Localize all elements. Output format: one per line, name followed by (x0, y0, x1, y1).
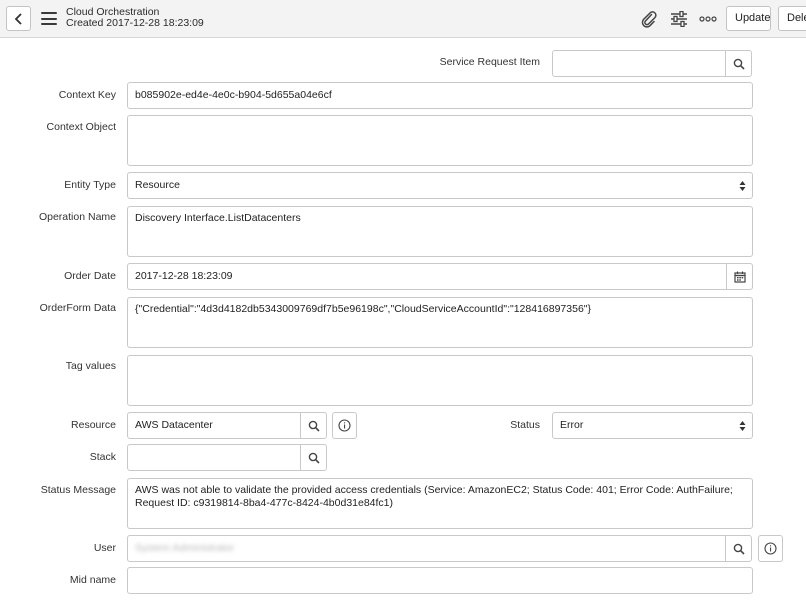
user-input[interactable]: System Administrator (127, 535, 727, 562)
entity-type-select[interactable]: Resource (127, 172, 753, 199)
status-label: Status (510, 419, 540, 431)
form-subtitle: Created 2017-12-28 18:23:09 (66, 17, 204, 29)
user-value: System Administrator (135, 542, 235, 554)
stack-input[interactable] (127, 444, 302, 471)
info-icon (764, 542, 777, 555)
entity-type-value: Resource (135, 179, 180, 191)
operation-name-textarea[interactable]: Discovery Interface.ListDatacenters (127, 206, 753, 257)
context-key-label: Context Key (58, 89, 116, 101)
more-icon[interactable] (698, 9, 718, 29)
select-arrows-icon (739, 421, 746, 431)
calendar-icon (733, 271, 746, 283)
paperclip-icon[interactable] (639, 9, 659, 29)
entity-type-label: Entity Type (64, 179, 116, 191)
tag-values-textarea[interactable] (127, 355, 753, 406)
sliders-icon[interactable] (669, 9, 689, 29)
order-date-input[interactable]: 2017-12-28 18:23:09 (127, 263, 727, 290)
operation-name-label: Operation Name (38, 211, 116, 223)
resource-lookup-button[interactable] (300, 412, 327, 439)
status-message-label: Status Message (40, 484, 116, 496)
delete-button[interactable]: Dele (778, 6, 806, 31)
tag-values-label: Tag values (65, 360, 116, 372)
stack-label: Stack (89, 451, 116, 463)
search-icon (733, 58, 745, 70)
resource-input[interactable]: AWS Datacenter (127, 412, 302, 439)
info-icon (338, 419, 351, 432)
context-object-label: Context Object (46, 121, 116, 133)
order-date-label: Order Date (64, 270, 116, 282)
mid-name-label: Mid name (69, 574, 116, 586)
back-icon (14, 12, 22, 25)
service-request-item-lookup-button[interactable] (725, 50, 752, 77)
update-button[interactable]: Update (726, 6, 771, 31)
service-request-item-input[interactable] (552, 50, 727, 77)
user-label: User (93, 542, 116, 554)
context-key-input[interactable]: b085902e-ed4e-4e0c-b904-5d655a04e6cf (127, 82, 753, 109)
resource-label: Resource (71, 419, 116, 431)
page-title: Cloud Orchestration Created 2017-12-28 1… (66, 7, 204, 29)
order-date-calendar-button[interactable] (726, 263, 753, 290)
status-value: Error (560, 419, 584, 431)
resource-info-button[interactable] (332, 412, 357, 439)
back-button[interactable] (6, 6, 31, 31)
service-request-item-label: Service Request Item (439, 56, 540, 68)
user-info-button[interactable] (758, 535, 783, 562)
user-lookup-button[interactable] (725, 535, 752, 562)
form-header: Cloud Orchestration Created 2017-12-28 1… (0, 0, 806, 38)
orderform-data-label: OrderForm Data (39, 302, 116, 314)
search-icon (308, 452, 320, 464)
stack-lookup-button[interactable] (300, 444, 327, 471)
search-icon (733, 543, 745, 555)
status-message-textarea[interactable]: AWS was not able to validate the provide… (127, 478, 753, 529)
mid-name-input[interactable] (127, 567, 753, 594)
search-icon (308, 420, 320, 432)
context-object-textarea[interactable] (127, 115, 753, 166)
select-arrows-icon (739, 181, 746, 191)
hamburger-icon[interactable] (41, 12, 57, 25)
status-select[interactable]: Error (552, 412, 753, 439)
orderform-data-textarea[interactable]: {"Credential":"4d3d4182db5343009769df7b5… (127, 297, 753, 348)
